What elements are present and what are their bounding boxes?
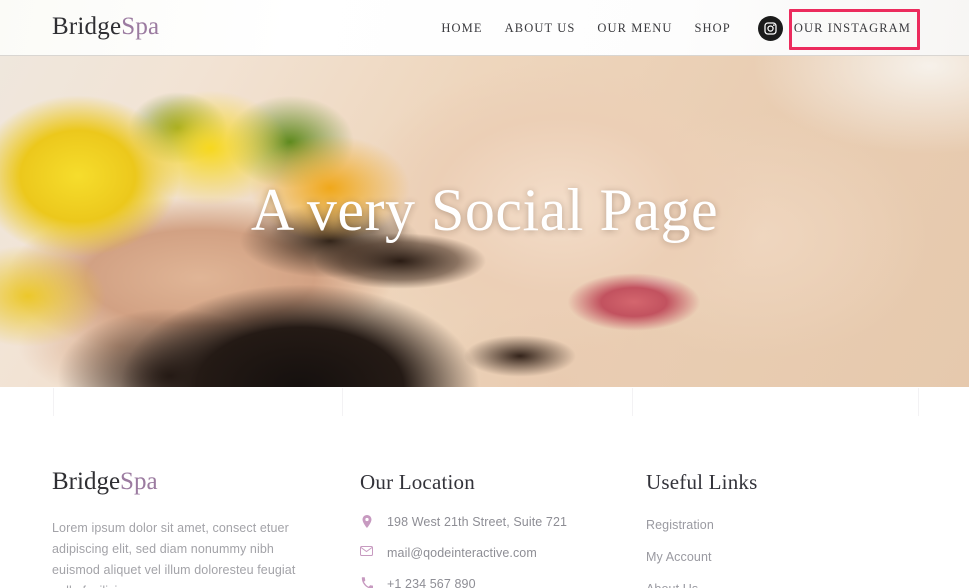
column-divider [53,388,54,416]
phone-icon [360,576,373,588]
site-logo-part1: Bridge [52,13,122,40]
nav-item-about-us[interactable]: ABOUT US [494,0,587,56]
column-divider-group [0,388,969,420]
useful-link-my-account[interactable]: My Account [646,549,916,565]
map-pin-icon [360,514,373,528]
nav-item-our-menu[interactable]: OUR MENU [586,0,683,56]
site-logo[interactable]: BridgeSpa [52,14,159,39]
page-title: A very Social Page [250,177,719,243]
instagram-icon [757,15,783,41]
page-root: BridgeSpa HOME ABOUT US OUR MENU SHOP OU… [0,0,969,588]
footer-description: Lorem ipsum dolor sit amet, consect etue… [52,521,296,588]
contact-row-phone[interactable]: +1 234 567 890 [360,576,630,588]
footer-column-location: Our Location 198 West 21th Street, Suite… [360,420,630,588]
column-divider [632,388,633,416]
footer-heading-useful-links: Useful Links [646,470,758,494]
envelope-icon [360,545,373,556]
contact-row-address: 198 West 21th Street, Suite 721 [360,514,630,531]
footer-column-useful-links: Useful Links Registration My Account Abo… [646,420,916,588]
contact-address-text: 198 West 21th Street, Suite 721 [387,515,568,529]
hero-banner: A very Social Page [0,56,969,387]
contact-email-text: mail@qodeinteractive.com [387,546,537,560]
site-footer: BridgeSpa Lorem ipsum dolor sit amet, co… [0,420,969,588]
site-header: BridgeSpa HOME ABOUT US OUR MENU SHOP OU… [0,0,969,56]
nav-item-our-instagram[interactable]: OUR INSTAGRAM [742,0,923,56]
useful-link-about-us[interactable]: About Us [646,581,916,588]
main-navigation: HOME ABOUT US OUR MENU SHOP OUR INSTAGRA… [430,0,923,56]
contact-row-email[interactable]: mail@qodeinteractive.com [360,545,630,562]
footer-logo-part1: Bridge [52,468,121,495]
site-logo-part2: Spa [121,13,160,40]
nav-item-home[interactable]: HOME [430,0,493,56]
footer-column-brand: BridgeSpa Lorem ipsum dolor sit amet, co… [52,420,332,588]
footer-logo[interactable]: BridgeSpa [52,469,332,494]
footer-heading-location: Our Location [360,470,475,494]
column-divider [918,388,919,416]
nav-item-shop[interactable]: SHOP [684,0,742,56]
contact-phone-text: +1 234 567 890 [387,577,476,588]
contact-list: 198 West 21th Street, Suite 721 mail@qod… [360,514,630,588]
useful-link-registration[interactable]: Registration [646,517,916,533]
column-divider [342,388,343,416]
footer-logo-part2: Spa [120,468,158,495]
nav-item-our-instagram-label: OUR INSTAGRAM [793,20,911,35]
useful-links-list: Registration My Account About Us [646,517,916,588]
